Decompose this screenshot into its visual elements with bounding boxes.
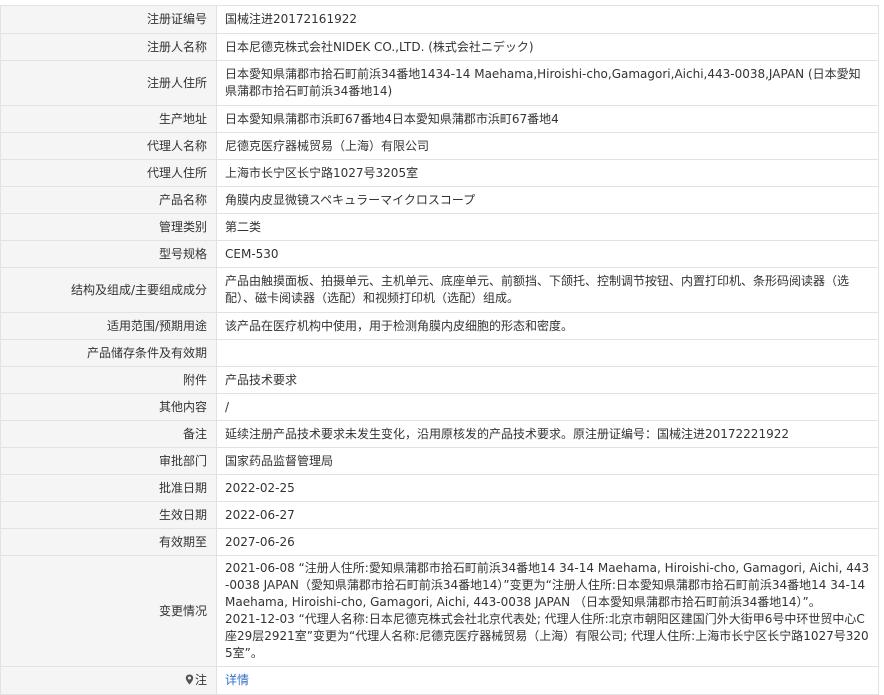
- detail-table-body: 注册证编号 国械注进20172161922 注册人名称 日本尼德克株式会社NID…: [0, 5, 879, 695]
- label-model-spec: 型号规格: [0, 240, 217, 268]
- label-attachment: 附件: [0, 366, 217, 394]
- value-registration-number: 国械注进20172161922: [216, 5, 879, 34]
- registration-detail-table: 注册证编号 国械注进20172161922 注册人名称 日本尼德克株式会社NID…: [0, 5, 879, 695]
- label-product-name: 产品名称: [0, 186, 217, 214]
- value-storage-conditions: [216, 339, 879, 367]
- value-product-name: 角膜内皮显微镜スペキュラーマイクロスコープ: [216, 186, 879, 214]
- label-agent-name: 代理人名称: [0, 132, 217, 160]
- label-structure-composition: 结构及组成/主要组成成分: [0, 267, 217, 313]
- value-intended-use: 该产品在医疗机构中使用，用于检测角膜内皮细胞的形态和密度。: [216, 312, 879, 340]
- row-attachment: 附件 产品技术要求: [0, 366, 879, 394]
- value-approval-department: 国家药品监督管理局: [216, 447, 879, 475]
- note-label: 注: [194, 673, 207, 687]
- label-agent-address: 代理人住所: [0, 159, 217, 187]
- label-approval-department: 审批部门: [0, 447, 217, 475]
- value-approval-date: 2022-02-25: [216, 474, 879, 502]
- value-production-address: 日本愛知県蒲郡市浜町67番地4日本愛知県蒲郡市浜町67番地4: [216, 105, 879, 133]
- value-note-cell: 详情: [216, 666, 879, 695]
- registration-detail-page: 注册证编号 国械注进20172161922 注册人名称 日本尼德克株式会社NID…: [0, 0, 884, 695]
- value-agent-name: 尼德克医疗器械贸易（上海）有限公司: [216, 132, 879, 160]
- details-link[interactable]: 详情: [225, 673, 249, 687]
- label-effective-date: 生效日期: [0, 501, 217, 529]
- row-approval-date: 批准日期 2022-02-25: [0, 474, 879, 502]
- row-change-history: 变更情况 2021-06-08 “注册人住所:愛知県蒲郡市拾石町前浜34番地14…: [0, 555, 879, 667]
- label-registrant-name: 注册人名称: [0, 33, 217, 61]
- label-note-cell: 注: [0, 666, 217, 695]
- map-pin-icon: [185, 674, 194, 685]
- row-registrant-name: 注册人名称 日本尼德克株式会社NIDEK CO.,LTD. (株式会社ニデック): [0, 33, 879, 61]
- label-expiry-date: 有效期至: [0, 528, 217, 556]
- label-registration-number: 注册证编号: [0, 5, 217, 34]
- label-approval-date: 批准日期: [0, 474, 217, 502]
- row-management-category: 管理类别 第二类: [0, 213, 879, 241]
- value-management-category: 第二类: [216, 213, 879, 241]
- row-other-content: 其他内容 /: [0, 393, 879, 421]
- value-agent-address: 上海市长宁区长宁路1027号3205室: [216, 159, 879, 187]
- value-change-history: 2021-06-08 “注册人住所:愛知県蒲郡市拾石町前浜34番地14 34-1…: [216, 555, 879, 667]
- label-intended-use: 适用范围/预期用途: [0, 312, 217, 340]
- value-expiry-date: 2027-06-26: [216, 528, 879, 556]
- row-product-name: 产品名称 角膜内皮显微镜スペキュラーマイクロスコープ: [0, 186, 879, 214]
- label-other-content: 其他内容: [0, 393, 217, 421]
- change-entry: 2021-06-08 “注册人住所:愛知県蒲郡市拾石町前浜34番地14 34-1…: [225, 561, 870, 609]
- label-management-category: 管理类别: [0, 213, 217, 241]
- row-agent-address: 代理人住所 上海市长宁区长宁路1027号3205室: [0, 159, 879, 187]
- row-model-spec: 型号规格 CEM-530: [0, 240, 879, 268]
- value-other-content: /: [216, 393, 879, 421]
- row-approval-department: 审批部门 国家药品监督管理局: [0, 447, 879, 475]
- value-model-spec: CEM-530: [216, 240, 879, 268]
- change-entry: 2021-12-03 “代理人名称:日本尼德克株式会社北京代表处; 代理人住所:…: [225, 612, 869, 660]
- value-attachment: 产品技术要求: [216, 366, 879, 394]
- label-storage-conditions: 产品储存条件及有效期: [0, 339, 217, 367]
- row-structure-composition: 结构及组成/主要组成成分 产品由触摸面板、拍摄单元、主机单元、底座单元、前额挡、…: [0, 267, 879, 313]
- value-registrant-name: 日本尼德克株式会社NIDEK CO.,LTD. (株式会社ニデック): [216, 33, 879, 61]
- row-intended-use: 适用范围/预期用途 该产品在医疗机构中使用，用于检测角膜内皮细胞的形态和密度。: [0, 312, 879, 340]
- value-remarks: 延续注册产品技术要求未发生变化，沿用原核发的产品技术要求。原注册证编号：国械注进…: [216, 420, 879, 448]
- row-agent-name: 代理人名称 尼德克医疗器械贸易（上海）有限公司: [0, 132, 879, 160]
- row-production-address: 生产地址 日本愛知県蒲郡市浜町67番地4日本愛知県蒲郡市浜町67番地4: [0, 105, 879, 133]
- label-production-address: 生产地址: [0, 105, 217, 133]
- row-storage-conditions: 产品储存条件及有效期: [0, 339, 879, 367]
- row-note: 注 详情: [0, 666, 879, 695]
- row-effective-date: 生效日期 2022-06-27: [0, 501, 879, 529]
- label-remarks: 备注: [0, 420, 217, 448]
- row-registrant-address: 注册人住所 日本愛知県蒲郡市拾石町前浜34番地1434-14 Maehama,H…: [0, 60, 879, 106]
- label-change-history: 变更情况: [0, 555, 217, 667]
- label-registrant-address: 注册人住所: [0, 60, 217, 106]
- row-registration-number: 注册证编号 国械注进20172161922: [0, 5, 879, 34]
- value-effective-date: 2022-06-27: [216, 501, 879, 529]
- value-registrant-address: 日本愛知県蒲郡市拾石町前浜34番地1434-14 Maehama,Hiroish…: [216, 60, 879, 106]
- row-remarks: 备注 延续注册产品技术要求未发生变化，沿用原核发的产品技术要求。原注册证编号：国…: [0, 420, 879, 448]
- value-structure-composition: 产品由触摸面板、拍摄单元、主机单元、底座单元、前额挡、下颌托、控制调节按钮、内置…: [216, 267, 879, 313]
- row-expiry-date: 有效期至 2027-06-26: [0, 528, 879, 556]
